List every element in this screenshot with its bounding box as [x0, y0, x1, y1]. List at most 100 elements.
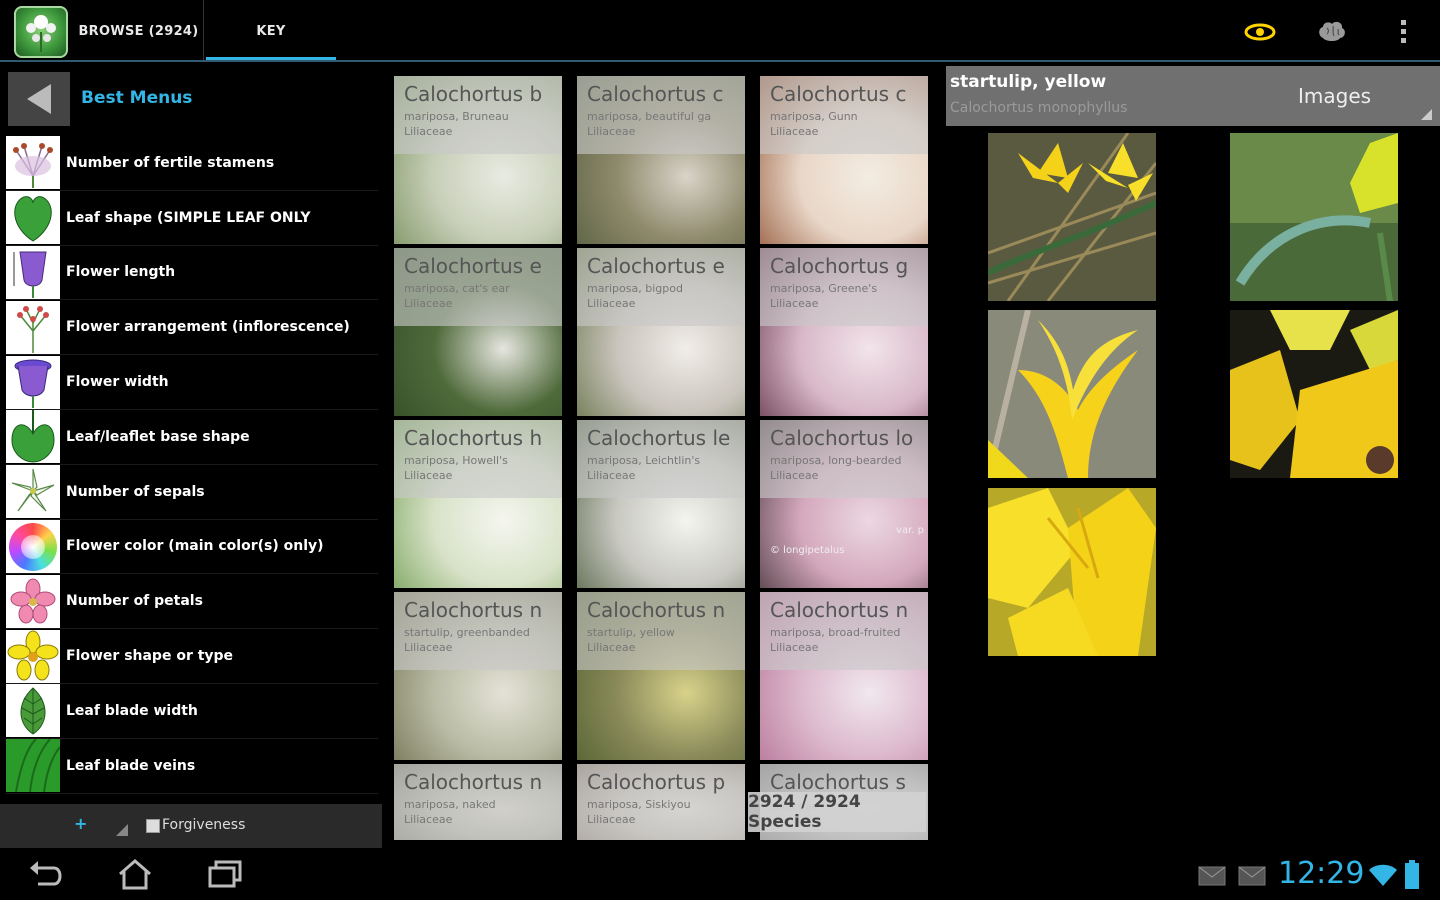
app-logo-icon[interactable] — [14, 6, 68, 58]
key-item[interactable]: Flower shape or type — [6, 629, 378, 684]
home-nav-icon[interactable] — [116, 858, 154, 894]
species-label-overlay: Calochortus c mariposa, Gunn Liliaceae — [760, 76, 928, 154]
overflow-menu-icon[interactable] — [1388, 16, 1420, 48]
eye-icon[interactable] — [1244, 16, 1276, 48]
species-family: Liliaceae — [404, 469, 453, 482]
leaf-veins-icon — [6, 739, 60, 793]
key-item[interactable]: Flower arrangement (inflorescence) — [6, 300, 378, 356]
key-item[interactable]: Flower width — [6, 355, 378, 410]
detail-image[interactable] — [1230, 133, 1398, 301]
key-item-label: Flower shape or type — [66, 648, 234, 665]
mail-notification-icon[interactable] — [1198, 866, 1226, 890]
species-label-overlay: Calochortus e mariposa, bigpod Liliaceae — [577, 248, 745, 326]
species-card[interactable]: Calochortus le mariposa, Leichtlin's Lilia… — [577, 420, 745, 588]
detail-image[interactable] — [988, 310, 1156, 478]
species-genus: Calochortus h — [404, 426, 543, 450]
species-card[interactable]: Calochortus e mariposa, bigpod Liliaceae — [577, 248, 745, 416]
species-card[interactable]: Calochortus n startulip, greenbanded Lilia… — [394, 592, 562, 760]
species-genus: Calochortus n — [404, 770, 543, 794]
key-item[interactable]: Flower color (main color(s) only) — [6, 519, 378, 575]
tab-browse[interactable]: BROWSE (2924) — [74, 0, 204, 62]
recent-apps-icon[interactable] — [206, 858, 244, 894]
back-nav-icon[interactable] — [28, 858, 64, 894]
key-item-label: Flower width — [66, 374, 169, 391]
wifi-icon — [1368, 862, 1398, 892]
species-genus: Calochortus e — [587, 254, 725, 278]
species-family: Liliaceae — [587, 125, 636, 138]
tab-key[interactable]: KEY — [206, 0, 336, 62]
flower-shape-icon — [6, 629, 60, 683]
species-family: Liliaceae — [770, 297, 819, 310]
key-footer: + Forgiveness — [0, 804, 382, 848]
tab-browse-label: BROWSE (2924) — [78, 23, 199, 39]
key-item[interactable]: Leaf shape (SIMPLE LEAF ONLY — [6, 191, 378, 246]
resize-corner-icon — [116, 824, 128, 836]
species-genus: Calochortus n — [404, 598, 543, 622]
action-bar: BROWSE (2924) KEY — [0, 0, 1440, 64]
key-item-label: Flower length — [66, 264, 176, 281]
key-item[interactable]: Leaf blade width — [6, 684, 378, 739]
leaf-base-icon — [6, 410, 60, 464]
species-family: Liliaceae — [770, 469, 819, 482]
dropdown-corner-icon — [1421, 109, 1432, 120]
key-item[interactable]: Flower length — [6, 245, 378, 301]
species-common: startulip, yellow — [587, 626, 675, 639]
species-card[interactable]: Calochortus n startulip, yellow Liliaceae — [577, 592, 745, 760]
images-section-label[interactable]: Images — [1298, 84, 1371, 108]
species-card[interactable]: Calochortus c mariposa, Gunn Liliaceae — [760, 76, 928, 244]
key-item-label: Flower color (main color(s) only) — [66, 538, 324, 555]
species-card[interactable]: Calochortus g mariposa, Greene's Liliaceae — [760, 248, 928, 416]
battery-icon — [1404, 860, 1420, 894]
species-label-overlay: Calochortus g mariposa, Greene's Liliaceae — [760, 248, 928, 326]
species-family: Liliaceae — [404, 125, 453, 138]
key-item[interactable]: Number of sepals — [6, 465, 378, 520]
sepals-icon — [6, 465, 60, 519]
species-card[interactable]: Calochortus h mariposa, Howell's Liliaceae — [394, 420, 562, 588]
species-card[interactable]: Calochortus lo mariposa, long-bearded Lili… — [760, 420, 928, 588]
brain-icon[interactable] — [1316, 16, 1348, 48]
species-card[interactable]: Calochortus p mariposa, Siskiyou Liliaceae — [577, 764, 745, 840]
back-button[interactable] — [8, 72, 70, 126]
stamen-icon — [6, 136, 60, 190]
species-label-overlay: Calochortus lo mariposa, long-bearded Lili… — [760, 420, 928, 498]
add-button[interactable]: + — [74, 814, 87, 833]
detail-image[interactable] — [988, 133, 1156, 301]
detail-image[interactable] — [988, 488, 1156, 656]
species-card[interactable]: Calochortus c mariposa, beautiful ga Lilia… — [577, 76, 745, 244]
detail-header: startulip, yellow Calochortus monophyllu… — [946, 66, 1440, 126]
key-item-label: Number of fertile stamens — [66, 154, 275, 171]
back-arrow-icon — [27, 84, 51, 114]
species-genus: Calochortus p — [587, 770, 726, 794]
species-label-overlay: Calochortus n startulip, yellow Liliaceae — [577, 592, 745, 670]
species-label-overlay: Calochortus le mariposa, Leichtlin's Lilia… — [577, 420, 745, 498]
species-genus: Calochortus g — [770, 254, 909, 278]
species-common: mariposa, Siskiyou — [587, 798, 691, 811]
species-card[interactable]: Calochortus e mariposa, cat's ear Liliacea… — [394, 248, 562, 416]
species-common: mariposa, Greene's — [770, 282, 878, 295]
detail-image[interactable] — [1230, 310, 1398, 478]
species-common: mariposa, Leichtlin's — [587, 454, 701, 467]
species-common: mariposa, beautiful ga — [587, 110, 712, 123]
species-family: Liliaceae — [404, 297, 453, 310]
color-wheel-icon — [6, 519, 60, 573]
species-label-overlay: Calochortus h mariposa, Howell's Liliaceae — [394, 420, 562, 498]
species-card[interactable]: Calochortus n mariposa, broad-fruited Lili… — [760, 592, 928, 760]
key-panel: Best Menus Number of fertile stamens Lea… — [0, 66, 384, 850]
key-item[interactable]: Number of fertile stamens — [6, 136, 378, 191]
key-item[interactable]: Leaf/leaflet base shape — [6, 410, 378, 465]
species-common: mariposa, broad-fruited — [770, 626, 901, 639]
species-genus: Calochortus e — [404, 254, 542, 278]
species-common: mariposa, naked — [404, 798, 496, 811]
species-card[interactable]: Calochortus n mariposa, naked Liliaceae — [394, 764, 562, 840]
species-genus: Calochortus le — [587, 426, 731, 450]
species-grid: Calochortus b mariposa, Bruneau Liliaceae C… — [394, 76, 930, 844]
key-item[interactable]: Leaf blade veins — [6, 739, 378, 794]
action-bar-divider — [0, 60, 1440, 62]
species-family: Liliaceae — [587, 469, 636, 482]
mail-notification-icon[interactable] — [1238, 866, 1266, 890]
key-item[interactable]: Number of petals — [6, 574, 378, 630]
species-label-overlay: Calochortus b mariposa, Bruneau Liliaceae — [394, 76, 562, 154]
key-list: Number of fertile stamens Leaf shape (SI… — [6, 136, 378, 794]
forgiveness-checkbox[interactable] — [146, 819, 160, 833]
species-card[interactable]: Calochortus b mariposa, Bruneau Liliaceae — [394, 76, 562, 244]
